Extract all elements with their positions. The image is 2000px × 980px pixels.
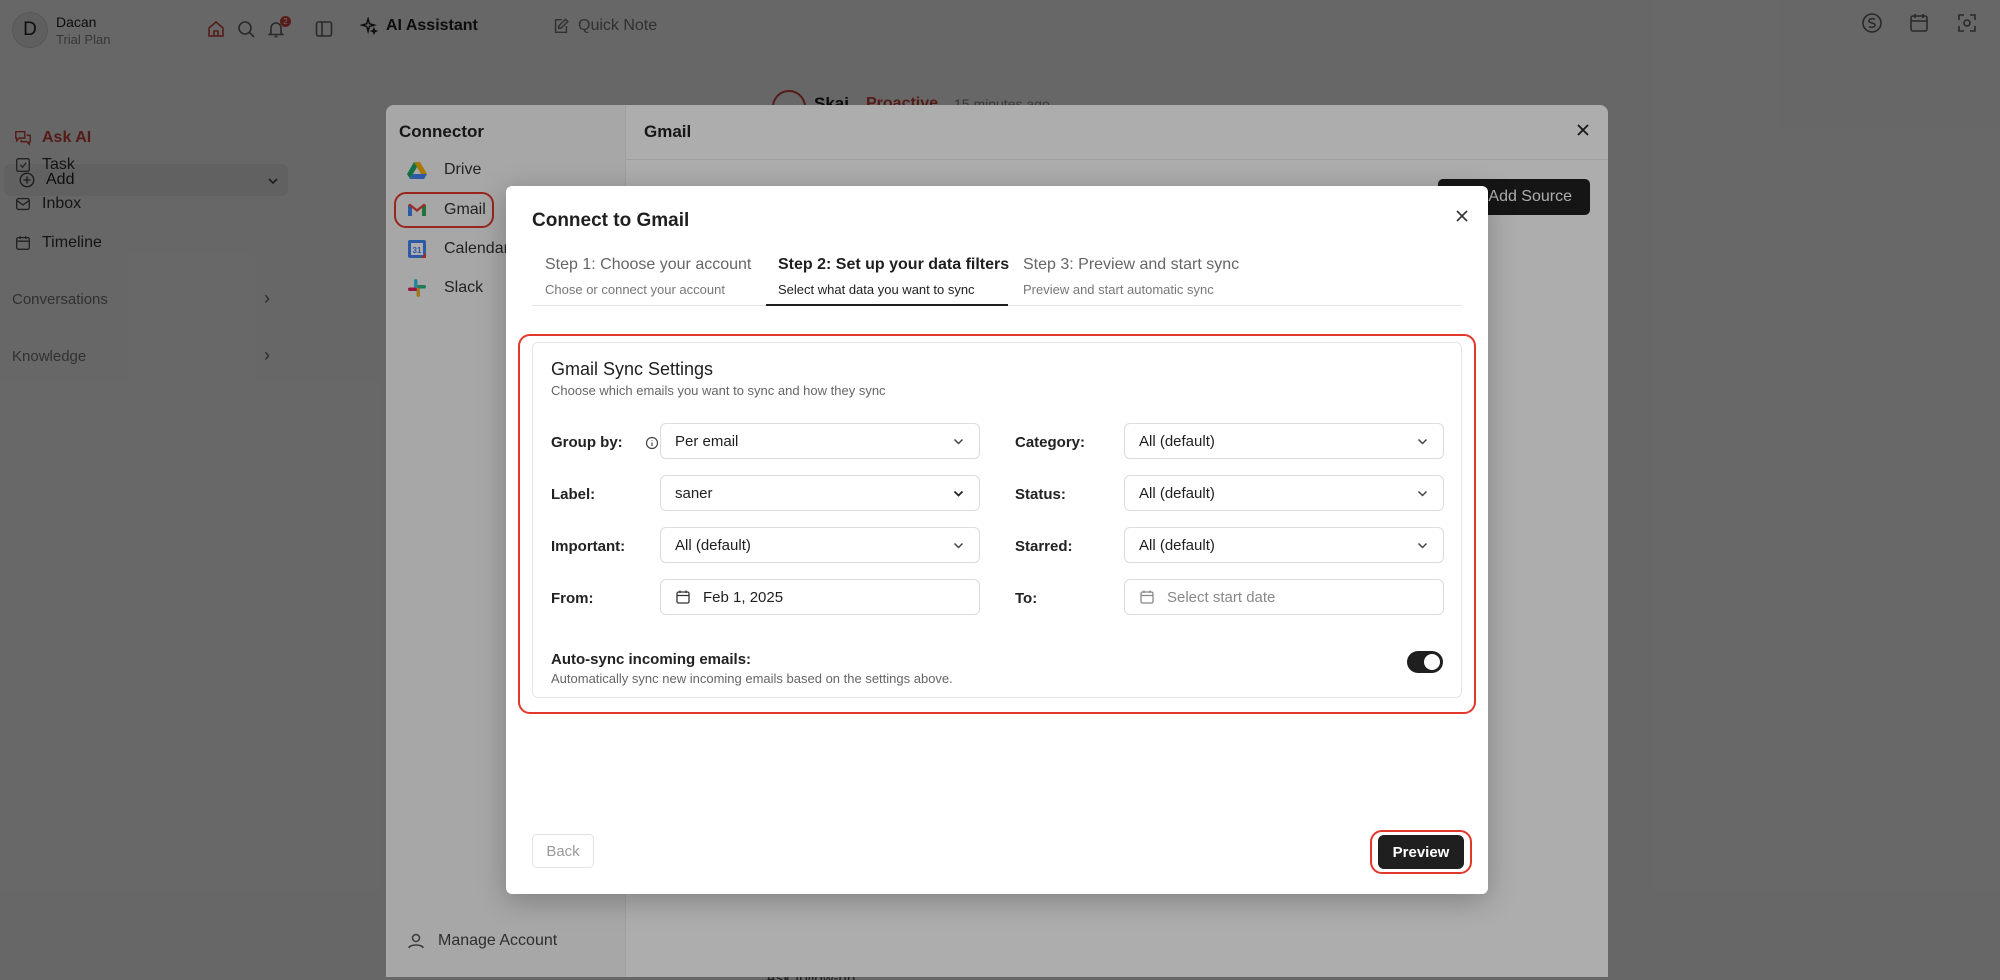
important-label: Important: [551,538,626,555]
back-button[interactable]: Back [532,834,594,868]
card-subtitle: Choose which emails you want to sync and… [551,383,886,398]
to-date-picker[interactable]: Select start date [1124,579,1444,615]
active-step-indicator [766,304,1008,306]
select-value: saner [675,484,713,502]
select-value: All (default) [1139,536,1215,554]
date-value: Feb 1, 2025 [703,588,784,606]
chevron-down-icon [1417,542,1428,549]
calendar-icon [1140,590,1154,604]
category-select[interactable]: All (default) [1124,423,1444,459]
to-label: To: [1015,590,1038,607]
select-value: All (default) [675,536,751,554]
step-subtitle: Chose or connect your account [545,282,725,297]
step-3-tab[interactable]: Step 3: Preview and start sync Preview a… [1023,256,1239,297]
label-label: Label: [551,486,596,503]
autosync-toggle[interactable] [1407,651,1443,673]
chevron-down-icon [1417,490,1428,497]
autosync-description: Automatically sync new incoming emails b… [551,671,953,686]
select-value: Per email [675,432,739,450]
step-title: Step 1: Choose your account [545,256,752,273]
modal-title: Connect to Gmail [532,210,690,231]
date-placeholder: Select start date [1167,588,1276,606]
from-label: From: [551,590,594,607]
step-title: Step 3: Preview and start sync [1023,256,1240,273]
calendar-icon [676,590,690,604]
autosync-label: Auto-sync incoming emails: [551,651,752,668]
card-title: Gmail Sync Settings [551,359,714,379]
group-by-select[interactable]: Per email [660,423,980,459]
connect-gmail-modal: Connect to Gmail Step 1: Choose your acc… [506,186,1488,894]
gmail-sync-settings-card: Gmail Sync Settings Choose which emails … [532,342,1462,698]
category-label: Category: [1015,434,1086,451]
info-icon[interactable] [645,436,659,450]
step-title: Step 2: Set up your data filters [778,256,1010,273]
step-2-tab[interactable]: Step 2: Set up your data filters Select … [778,256,1009,297]
important-select[interactable]: All (default) [660,527,980,563]
preview-button[interactable]: Preview [1378,835,1464,869]
chevron-down-icon [953,490,964,497]
label-select[interactable]: saner [660,475,980,511]
chevron-down-icon [953,542,964,549]
step-1-tab[interactable]: Step 1: Choose your account Chose or con… [545,256,751,297]
group-by-label: Group by: [551,434,623,451]
step-subtitle: Select what data you want to sync [778,282,975,297]
select-value: All (default) [1139,484,1215,502]
starred-label: Starred: [1015,538,1073,555]
close-icon[interactable] [1454,208,1470,224]
status-select[interactable]: All (default) [1124,475,1444,511]
from-date-picker[interactable]: Feb 1, 2025 [660,579,980,615]
status-label: Status: [1015,486,1066,503]
step-subtitle: Preview and start automatic sync [1023,282,1214,297]
select-value: All (default) [1139,432,1215,450]
chevron-down-icon [953,438,964,445]
chevron-down-icon [1417,438,1428,445]
starred-select[interactable]: All (default) [1124,527,1444,563]
